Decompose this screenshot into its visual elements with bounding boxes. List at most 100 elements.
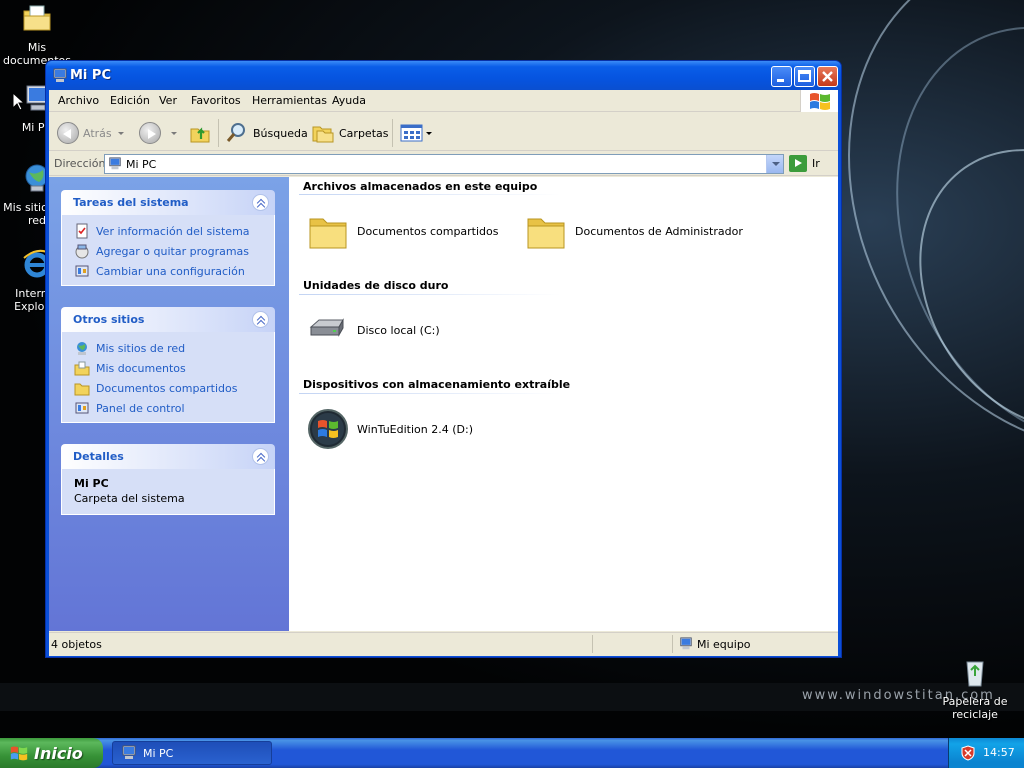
menu-herramientas[interactable]: Herramientas — [252, 94, 327, 107]
search-button[interactable]: Búsqueda — [225, 121, 308, 145]
taskbar: Inicio Mi PC 14:57 — [0, 738, 1024, 768]
place-label: Panel de control — [96, 401, 185, 415]
group-title: Unidades de disco duro — [303, 279, 449, 292]
place-documentos-compartidos[interactable]: Documentos compartidos — [62, 378, 274, 398]
status-count: 4 objetos — [51, 638, 102, 651]
window-client: Archivo Edición Ver Favoritos Herramient… — [49, 90, 838, 656]
maximize-button[interactable] — [794, 66, 815, 87]
minimize-button[interactable] — [771, 66, 792, 87]
control-panel-icon — [75, 402, 89, 414]
clock[interactable]: 14:57 — [983, 746, 1015, 759]
forward-arrow-icon — [139, 122, 161, 144]
details-name: Mi PC — [74, 477, 109, 490]
taskbar-button-label: Mi PC — [143, 746, 174, 760]
back-button[interactable]: Atrás — [57, 121, 124, 145]
my-computer-window: Mi PC Archivo Edición Ver Favoritos Herr… — [45, 60, 842, 658]
close-icon — [822, 71, 833, 82]
hard-drive-icon — [309, 318, 344, 337]
system-info-icon — [76, 223, 88, 239]
panel-other-places: Otros sitios Mis sitios de red Mis docum… — [61, 307, 275, 423]
task-view-system-info[interactable]: Ver información del sistema — [62, 221, 274, 241]
place-label: Mis sitios de red — [96, 341, 186, 355]
item-documentos-compartidos[interactable]: Documentos compartidos — [307, 210, 499, 252]
search-icon — [226, 123, 245, 142]
menu-ver[interactable]: Ver — [159, 94, 177, 107]
collapse-icon[interactable] — [252, 194, 269, 211]
folder-icon — [309, 218, 347, 249]
window-title: Mi PC — [70, 68, 111, 83]
folder-up-icon — [190, 127, 210, 143]
collapse-icon[interactable] — [252, 448, 269, 465]
content-area: Tareas del sistema Ver información del s… — [49, 177, 838, 631]
security-shield-icon[interactable] — [961, 745, 975, 761]
views-icon — [400, 124, 423, 142]
start-label: Inicio — [34, 743, 83, 763]
go-arrow-icon — [789, 155, 807, 172]
recycle-bin-icon — [966, 661, 984, 687]
panel-title: Detalles — [73, 450, 124, 463]
item-disco-local-c[interactable]: Disco local (C:) — [307, 309, 440, 351]
group-divider — [299, 294, 561, 295]
search-label: Búsqueda — [253, 126, 308, 140]
menu-edicion[interactable]: Edición — [110, 94, 150, 107]
item-documentos-de-administrador[interactable]: Documentos de Administrador — [525, 210, 743, 252]
window-titlebar[interactable]: Mi PC — [46, 61, 841, 90]
chevron-down-icon — [426, 131, 432, 135]
folders-button[interactable]: Carpetas — [311, 121, 388, 145]
close-button[interactable] — [817, 66, 838, 87]
desktop-icon-mis-documentos[interactable]: Mis documentos — [0, 2, 74, 67]
item-wintuedition-d[interactable]: WinTuEdition 2.4 (D:) — [307, 408, 473, 450]
address-input[interactable]: Mi PC — [104, 154, 784, 174]
place-mis-sitios-de-red[interactable]: Mis sitios de red — [62, 338, 274, 358]
status-bar: 4 objetos Mi equipo — [49, 632, 838, 654]
panel-header[interactable]: Tareas del sistema — [61, 190, 275, 215]
standard-toolbar: Atrás Búsqueda Carpetas — [49, 113, 838, 151]
chevron-down-icon — [171, 131, 177, 135]
documents-folder-icon — [74, 361, 90, 376]
panel-header[interactable]: Otros sitios — [61, 307, 275, 332]
task-add-remove-programs[interactable]: Agregar o quitar programas — [62, 241, 274, 261]
back-label: Atrás — [83, 126, 112, 140]
dvd-drive-windows-icon — [308, 409, 348, 449]
menu-favoritos[interactable]: Favoritos — [191, 94, 241, 107]
up-folder-button[interactable] — [189, 121, 211, 145]
folder-icon — [527, 218, 565, 249]
desktop-icon-papelera[interactable]: Papelera de reciclaje — [938, 656, 1012, 721]
folder-icon — [74, 383, 90, 396]
folders-label: Carpetas — [339, 126, 389, 140]
address-dropdown-button[interactable] — [766, 155, 783, 173]
item-label: WinTuEdition 2.4 (D:) — [357, 422, 473, 436]
task-change-setting[interactable]: Cambiar una configuración — [62, 261, 274, 281]
panel-header[interactable]: Detalles — [61, 444, 275, 469]
panel-details: Detalles Mi PC Carpeta del sistema — [61, 444, 275, 515]
menu-ayuda[interactable]: Ayuda — [332, 94, 366, 107]
minimize-icon — [777, 79, 784, 82]
task-label: Agregar o quitar programas — [96, 244, 250, 258]
menu-archivo[interactable]: Archivo — [58, 94, 99, 107]
forward-button[interactable] — [139, 121, 177, 145]
views-button[interactable] — [400, 121, 432, 145]
place-mis-documentos[interactable]: Mis documentos — [62, 358, 274, 378]
taskbar-button-mi-pc[interactable]: Mi PC — [112, 741, 272, 765]
go-button[interactable]: Ir — [789, 155, 820, 172]
start-button[interactable]: Inicio — [0, 738, 103, 768]
panel-body: Mis sitios de red Mis documentos Documen… — [61, 332, 275, 423]
go-label: Ir — [812, 157, 820, 170]
status-separator — [672, 635, 673, 653]
folders-icon — [312, 126, 334, 143]
toolbar-separator — [392, 119, 393, 147]
panel-body: Mi PC Carpeta del sistema — [61, 469, 275, 515]
place-panel-de-control[interactable]: Panel de control — [62, 398, 274, 418]
address-label: Dirección — [54, 157, 106, 170]
computer-icon — [680, 637, 692, 650]
address-value: Mi PC — [126, 158, 157, 171]
task-label: Ver información del sistema — [96, 224, 250, 238]
control-panel-icon — [75, 265, 89, 277]
toolbar-separator — [218, 119, 219, 147]
group-title: Archivos almacenados en este equipo — [303, 180, 538, 193]
chevron-down-icon — [117, 131, 124, 135]
collapse-icon[interactable] — [252, 311, 269, 328]
menu-bar: Archivo Edición Ver Favoritos Herramient… — [49, 90, 838, 112]
task-label: Cambiar una configuración — [96, 264, 245, 278]
item-label: Documentos de Administrador — [575, 224, 743, 238]
